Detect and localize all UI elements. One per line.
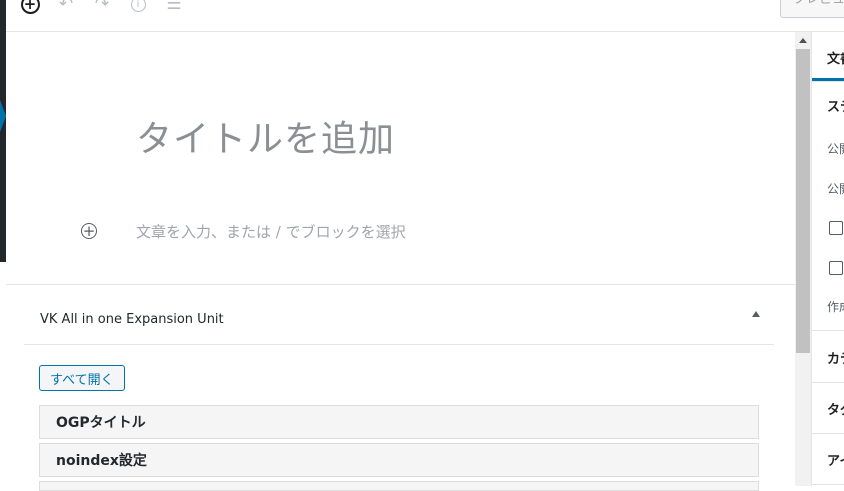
sticky-checkbox[interactable]	[829, 221, 843, 235]
info-icon[interactable]: i	[128, 0, 148, 14]
undo-icon[interactable]: ↶	[56, 0, 76, 14]
publish-row-label: 公開	[827, 182, 844, 196]
collapse-arrow-icon[interactable]	[752, 311, 760, 317]
tags-panel-heading[interactable]: タグ	[827, 399, 844, 418]
noindex-panel[interactable]: noindex設定	[39, 443, 759, 477]
redo-icon[interactable]: ↷	[92, 0, 112, 14]
preview-button[interactable]: プレビュー	[780, 0, 844, 18]
ogp-title-panel[interactable]: OGPタイトル	[39, 405, 759, 439]
tabs-divider	[812, 81, 844, 82]
expand-all-button[interactable]: すべて開く	[39, 365, 125, 391]
editor-scrollbar[interactable]	[795, 32, 811, 486]
scroll-thumb[interactable]	[796, 49, 810, 353]
pending-review-checkbox[interactable]	[829, 261, 843, 275]
post-title-input[interactable]: タイトルを追加	[136, 110, 395, 162]
meta-box-title: VK All in one Expansion Unit	[40, 312, 224, 327]
sidebar-divider	[812, 382, 844, 383]
default-block-appender[interactable]: 文章を入力、または / でブロックを選択	[136, 221, 406, 242]
editor-canvas: タイトルを追加 + 文章を入力、または / でブロックを選択 VK All in…	[6, 32, 795, 491]
block-navigation-icon[interactable]: ☰	[164, 0, 184, 14]
tab-document[interactable]: 文書	[827, 48, 844, 67]
add-block-icon[interactable]: +	[20, 0, 40, 14]
settings-sidebar: 文書 ステータスと公開状態 公開 公開 作成者 カテゴリー タグ アイキャッチ画…	[811, 32, 844, 486]
featured-image-panel-heading[interactable]: アイキャッチ画像	[827, 450, 844, 469]
editor-toolbar: + ↶ ↷ i ☰ プレビュー	[6, 0, 844, 32]
author-row-label: 作成者	[827, 300, 844, 314]
meta-box-header[interactable]: VK All in one Expansion Unit	[24, 285, 774, 345]
inline-add-block-icon[interactable]: +	[81, 223, 97, 239]
sidebar-divider	[812, 330, 844, 331]
sidebar-divider	[812, 433, 844, 434]
status-visibility-heading[interactable]: ステータスと公開状態	[827, 96, 844, 115]
scroll-up-arrow-icon[interactable]	[799, 38, 807, 43]
meta-boxes-area: VK All in one Expansion Unit すべて開く OGPタイ…	[6, 284, 795, 491]
categories-panel-heading[interactable]: カテゴリー	[827, 348, 844, 367]
next-panel[interactable]	[39, 481, 759, 491]
sidebar-divider	[812, 484, 844, 485]
visibility-row-label: 公開	[827, 142, 844, 156]
